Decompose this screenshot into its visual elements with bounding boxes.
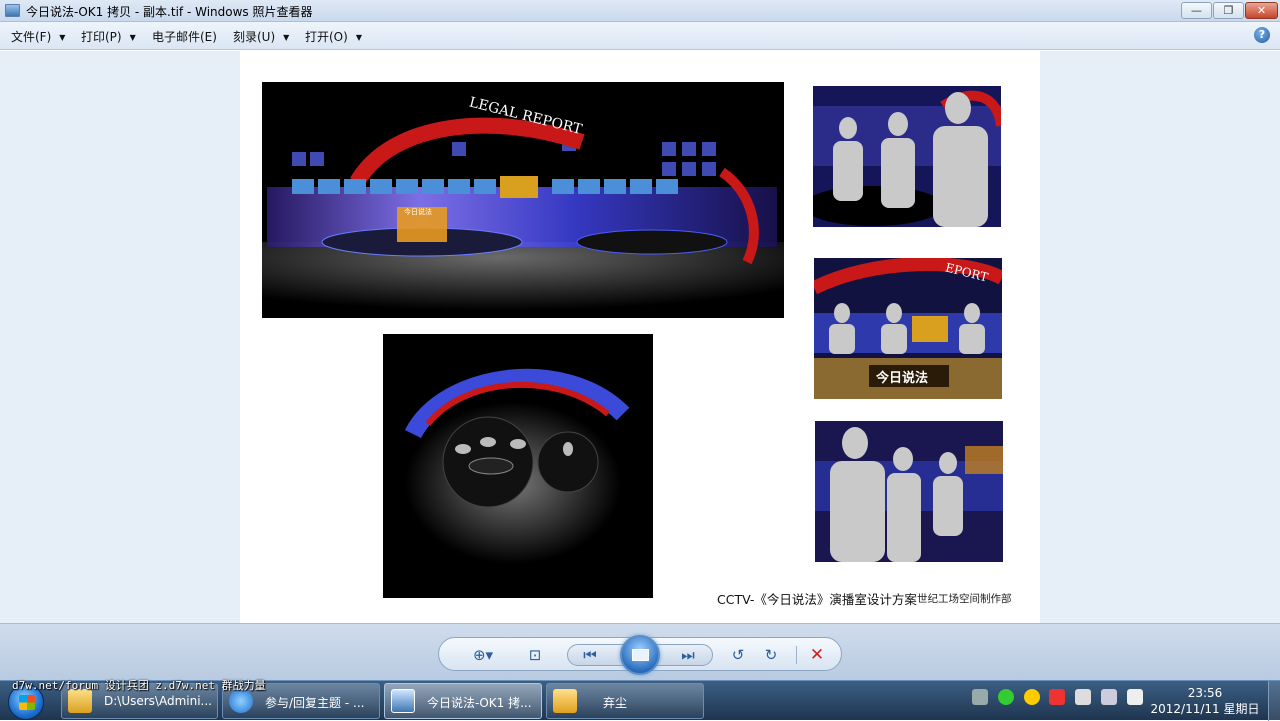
window-title: 今日说法-OK1 拷贝 - 副本.tif - Windows 照片查看器 (26, 5, 313, 19)
image-credit: 世纪工场空间制作部 (917, 593, 1012, 605)
title-bar: 今日说法-OK1 拷贝 - 副本.tif - Windows 照片查看器 — ❐… (0, 0, 1280, 22)
menu-open[interactable]: 打开(O) ▼ (305, 28, 362, 45)
qq-icon[interactable] (1023, 689, 1040, 705)
maximize-button[interactable]: ❐ (1213, 2, 1244, 19)
menu-burn-label: 刻录(U) (233, 30, 276, 44)
slideshow-button[interactable] (620, 635, 660, 675)
zoom-icon[interactable]: ⊕▾ (465, 646, 501, 664)
photo-viewer-icon (391, 689, 415, 713)
keyboard-icon[interactable] (972, 689, 988, 705)
clock[interactable]: 23:56 2012/11/11 星期日 (1150, 685, 1260, 717)
separator (796, 646, 797, 664)
taskbar-item-folder[interactable]: 弃尘 (546, 683, 704, 719)
network-error-icon[interactable] (1049, 689, 1066, 705)
close-button[interactable]: ✕ (1245, 2, 1278, 19)
menu-open-label: 打开(O) (305, 30, 348, 44)
actual-size-icon[interactable]: ⊡ (523, 646, 547, 664)
render-figures-2 (815, 421, 1003, 562)
volume-icon[interactable] (1126, 689, 1143, 705)
delete-icon[interactable]: ✕ (805, 646, 829, 664)
menu-file-label: 文件(F) (11, 30, 52, 44)
menu-file[interactable]: 文件(F) ▼ (11, 28, 65, 45)
control-pill: ⊕▾ ⊡ ⏮ ⏭ ↺ ↻ ✕ (438, 635, 842, 675)
signal-icon[interactable] (1101, 689, 1118, 705)
windows-logo-icon (19, 695, 35, 710)
menu-print[interactable]: 打印(P) ▼ (81, 28, 136, 45)
studio-main-render: LEGAL REPORT 今日说法 (262, 82, 784, 318)
chevron-down-icon: ▼ (129, 33, 136, 42)
menu-bar: 文件(F) ▼ 打印(P) ▼ 电子邮件(E) 刻录(U) ▼ 打开(O) ▼ ? (0, 22, 1280, 50)
taskbar-item-label: D:\Users\Admini... (104, 694, 212, 708)
folder-icon (553, 689, 577, 713)
previous-icon[interactable]: ⏮ (578, 646, 602, 664)
menu-email[interactable]: 电子邮件(E) (152, 28, 217, 45)
taskbar-item-label: 弃尘 (603, 696, 628, 710)
photo-viewer-icon (5, 4, 20, 17)
rotate-cw-icon[interactable]: ↻ (759, 646, 783, 664)
clock-time: 23:56 (1187, 686, 1223, 700)
desk-logo: 今日说法 (875, 370, 928, 386)
show-desktop-button[interactable] (1268, 681, 1280, 721)
watermark-text: d7w.net/forum 设计兵团 z.d7w.net 群战力量 (12, 679, 266, 692)
minimize-button[interactable]: — (1181, 2, 1212, 19)
next-icon[interactable]: ⏭ (676, 646, 700, 664)
taskbar-item-label: 参与/回复主题 - ... (265, 696, 365, 710)
add-icon[interactable] (997, 689, 1014, 705)
menu-print-label: 打印(P) (81, 30, 122, 44)
chevron-down-icon: ▼ (59, 33, 66, 42)
slideshow-icon (632, 649, 649, 661)
taskbar-item-label: 今日说法-OK1 拷... (427, 696, 532, 710)
rotate-ccw-icon[interactable]: ↺ (726, 646, 750, 664)
image-caption: CCTV-《今日说法》演播室设计方案 (717, 592, 917, 607)
clock-date: 2012/11/11 星期日 (1150, 702, 1260, 716)
help-icon[interactable]: ? (1254, 27, 1270, 43)
viewer-controls: ⊕▾ ⊡ ⏮ ⏭ ↺ ↻ ✕ (0, 623, 1280, 680)
render-top-view (383, 334, 653, 598)
render-desk: EPORT 今日说法 (814, 258, 1002, 399)
desk-logo-small: 今日说法 (404, 207, 432, 216)
render-figures-1 (813, 86, 1001, 227)
image-viewer-area: LEGAL REPORT 今日说法 EPORT 今日说法 CCTV-《今日说法》… (0, 51, 1280, 623)
displayed-image: LEGAL REPORT 今日说法 EPORT 今日说法 CCTV-《今日说法》… (240, 51, 1040, 623)
chevron-down-icon: ▼ (355, 33, 362, 42)
battery-icon[interactable] (1075, 689, 1092, 705)
menu-burn[interactable]: 刻录(U) ▼ (233, 28, 289, 45)
system-tray (972, 689, 1149, 713)
taskbar-item-photo-viewer[interactable]: 今日说法-OK1 拷... (384, 683, 542, 719)
chevron-down-icon: ▼ (283, 33, 290, 42)
